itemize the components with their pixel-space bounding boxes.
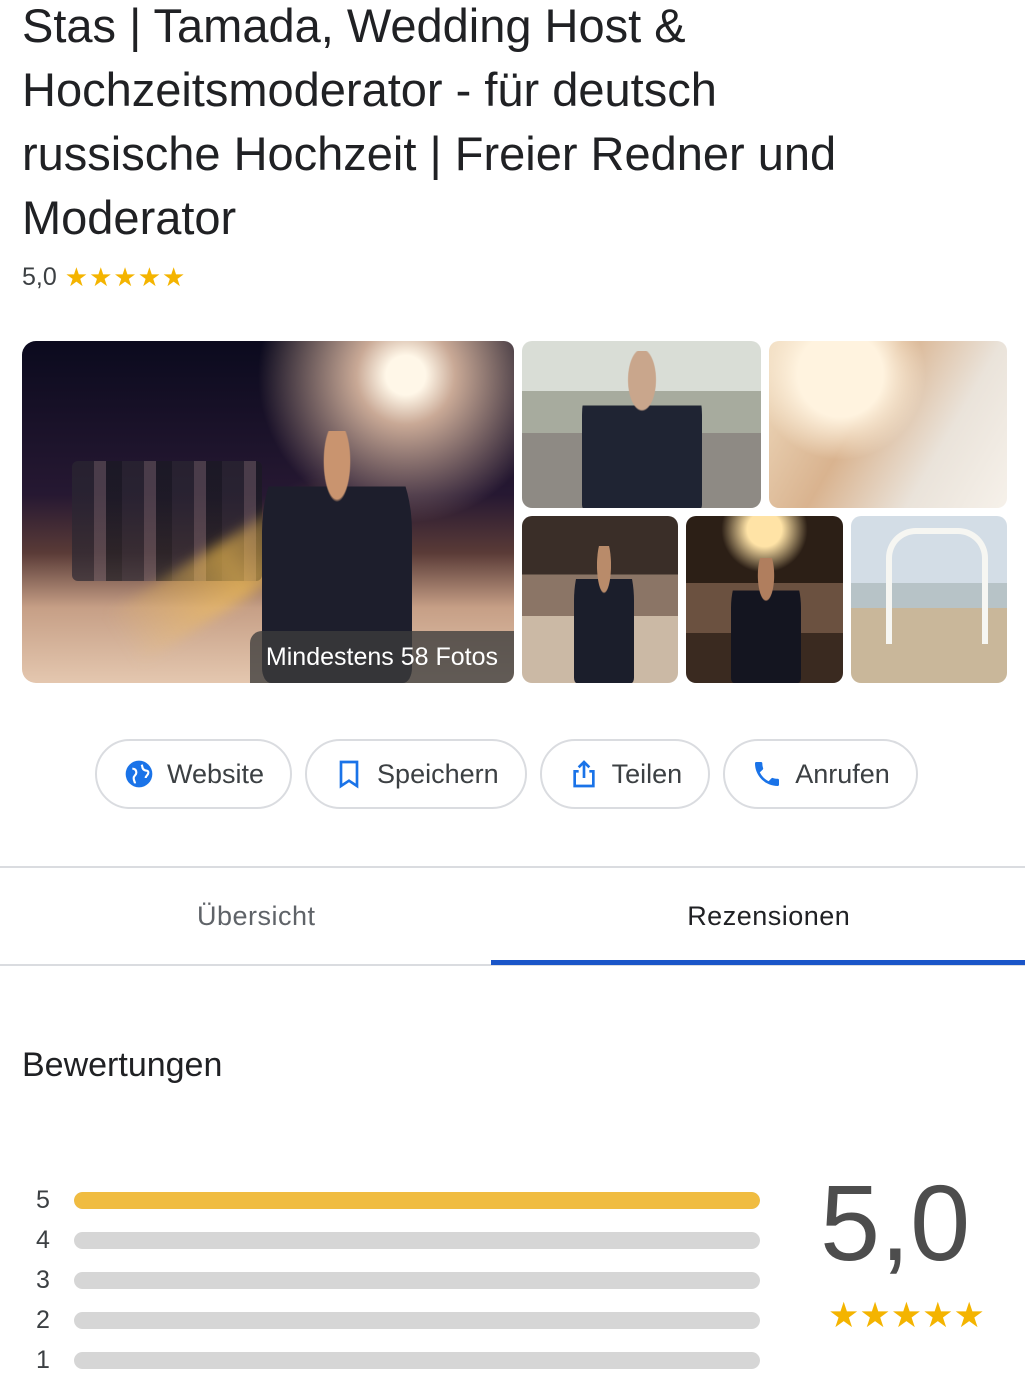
save-button[interactable]: Speichern <box>305 739 527 809</box>
photo-thumbnail[interactable] <box>522 341 761 508</box>
rating-bar-row: 4 <box>36 1220 760 1260</box>
average-star-icons: ★★★★★ <box>828 1296 985 1336</box>
host-image-detail <box>574 546 634 683</box>
rating-bar-label: 3 <box>36 1266 74 1295</box>
photo-thumbnail[interactable] <box>686 516 843 683</box>
business-title: Stas | Tamada, Wedding Host & Hochzeitsm… <box>22 0 922 250</box>
rating-bar-track <box>74 1352 760 1369</box>
rating-bar-track <box>74 1312 760 1329</box>
bookmark-icon <box>333 758 365 790</box>
photo-thumbnail[interactable] <box>769 341 1007 508</box>
photo-thumbnail[interactable] <box>522 516 678 683</box>
phone-icon <box>751 758 783 790</box>
rating-bar-track <box>74 1232 760 1249</box>
rating-bar-fill <box>74 1192 760 1209</box>
rating-bar-label: 5 <box>36 1186 74 1215</box>
photo-count-badge[interactable]: Mindestens 58 Fotos <box>250 631 514 683</box>
tab-overview[interactable]: Übersicht <box>0 868 513 964</box>
gazebo-image-detail <box>886 528 988 644</box>
share-button[interactable]: Teilen <box>540 739 711 809</box>
ratings-section-title: Bewertungen <box>22 1046 222 1085</box>
share-label: Teilen <box>612 759 683 790</box>
main-photo[interactable]: Mindestens 58 Fotos <box>22 341 514 683</box>
host-image-detail <box>731 558 801 683</box>
tab-reviews[interactable]: Rezensionen <box>513 868 1025 964</box>
share-icon <box>568 758 600 790</box>
website-button[interactable]: Website <box>95 739 292 809</box>
globe-icon <box>123 758 155 790</box>
save-label: Speichern <box>377 759 499 790</box>
call-label: Anrufen <box>795 759 890 790</box>
photo-thumbnail[interactable] <box>851 516 1007 683</box>
rating-summary[interactable]: 5,0 ★★★★★ <box>22 260 186 294</box>
rating-bar-label: 1 <box>36 1346 74 1375</box>
host-image-detail <box>582 351 702 508</box>
rating-bar-track <box>74 1272 760 1289</box>
rating-bar-track <box>74 1192 760 1209</box>
average-score: 5,0 <box>820 1168 970 1278</box>
rating-bar-label: 2 <box>36 1306 74 1335</box>
rating-bar-row: 2 <box>36 1300 760 1340</box>
rating-bar-row: 3 <box>36 1260 760 1300</box>
website-label: Website <box>167 759 264 790</box>
rating-distribution: 5 4 3 2 1 <box>36 1180 760 1380</box>
rating-bar-label: 4 <box>36 1226 74 1255</box>
tab-bar: Übersicht Rezensionen <box>0 868 1025 964</box>
action-buttons: Website Speichern Teilen Anrufen <box>95 739 918 809</box>
rating-bar-row: 5 <box>36 1180 760 1220</box>
rating-value: 5,0 <box>22 263 57 292</box>
rating-bar-row: 1 <box>36 1340 760 1380</box>
active-tab-indicator <box>491 960 1025 965</box>
star-rating-icon: ★★★★★ <box>65 262 187 293</box>
call-button[interactable]: Anrufen <box>723 739 918 809</box>
